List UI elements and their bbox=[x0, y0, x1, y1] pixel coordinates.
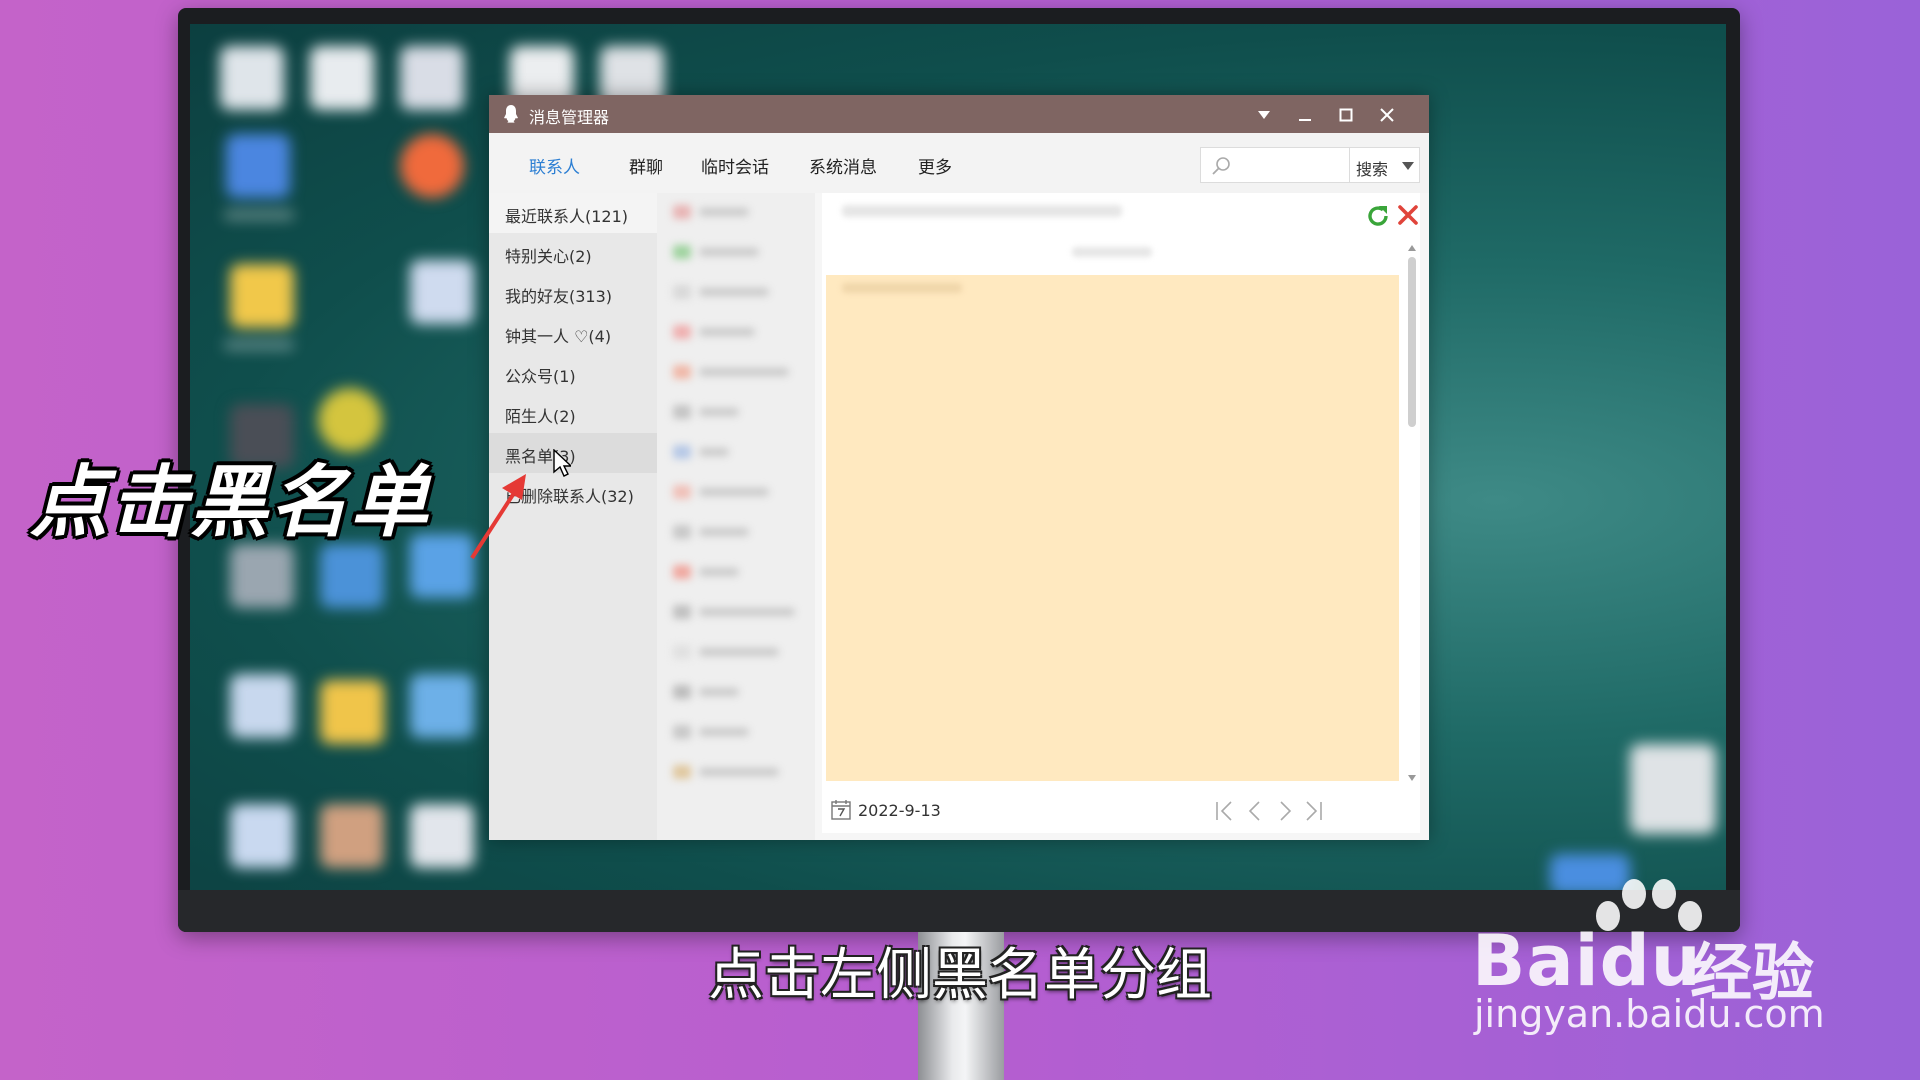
desktop-app-icon bbox=[230, 674, 294, 738]
sidebar-item-special-care[interactable]: 特别关心(2) bbox=[489, 233, 657, 273]
blurred-message bbox=[842, 283, 962, 293]
calendar-icon[interactable] bbox=[830, 799, 852, 821]
sidebar-item-label: 特别关心(2) bbox=[505, 247, 592, 266]
sidebar-item-label: 公众号(1) bbox=[505, 367, 576, 386]
desktop-app-icon bbox=[226, 134, 290, 198]
next-page-icon[interactable] bbox=[1274, 799, 1296, 823]
sidebar-item-label: 钟其一人 ♡(4) bbox=[505, 327, 612, 346]
sidebar-item-strangers[interactable]: 陌生人(2) bbox=[489, 393, 657, 433]
contact-list bbox=[657, 193, 815, 840]
search-button[interactable]: 搜索 bbox=[1350, 147, 1420, 183]
desktop-folder-icon bbox=[320, 680, 384, 744]
sidebar-item-my-friends[interactable]: 我的好友(313) bbox=[489, 273, 657, 313]
tab-temp-session[interactable]: 临时会话 bbox=[701, 153, 769, 178]
desktop-app-icon bbox=[400, 46, 464, 110]
baidu-jingyan-watermark: Baidu 经验 jingyan.baidu.com bbox=[1470, 876, 1825, 1036]
tab-more[interactable]: 更多 bbox=[918, 153, 952, 178]
qq-penguin-icon bbox=[504, 105, 518, 123]
search-button-label: 搜索 bbox=[1356, 160, 1389, 179]
refresh-icon[interactable] bbox=[1365, 203, 1391, 229]
tab-group-chat[interactable]: 群聊 bbox=[629, 153, 663, 178]
first-page-icon[interactable] bbox=[1214, 799, 1236, 823]
tab-contacts[interactable]: 联系人 bbox=[529, 153, 580, 178]
blurred-contacts bbox=[657, 193, 815, 840]
sidebar-item-label: 最近联系人(121) bbox=[505, 207, 629, 226]
dropdown-menu-button[interactable] bbox=[1252, 102, 1276, 126]
sidebar-item-recent[interactable]: 最近联系人(121) bbox=[489, 193, 657, 233]
close-button[interactable] bbox=[1375, 102, 1399, 126]
blurred-header bbox=[842, 205, 1122, 217]
date-pager-bar: 2022-9-13 bbox=[822, 789, 1420, 833]
selected-date: 2022-9-13 bbox=[858, 801, 941, 820]
close-icon bbox=[1380, 108, 1394, 122]
delete-icon[interactable] bbox=[1396, 203, 1420, 227]
desktop-app-icon bbox=[230, 804, 294, 868]
scroll-down-icon[interactable] bbox=[1408, 775, 1416, 781]
tab-bar: 联系人 群聊 临时会话 系统消息 更多 搜索 bbox=[489, 133, 1429, 193]
mouse-cursor-icon bbox=[553, 449, 571, 477]
desktop-label bbox=[224, 340, 294, 350]
tab-system-messages[interactable]: 系统消息 bbox=[809, 153, 877, 178]
desktop-app-icon bbox=[320, 804, 384, 868]
sidebar-item-custom-group[interactable]: 钟其一人 ♡(4) bbox=[489, 313, 657, 353]
desktop-app-icon bbox=[410, 674, 474, 738]
maximize-icon bbox=[1339, 108, 1353, 122]
scrollbar-thumb[interactable] bbox=[1408, 257, 1416, 427]
triangle-down-icon bbox=[1258, 111, 1270, 119]
desktop-app-icon bbox=[320, 544, 384, 608]
watermark-logo: Baidu bbox=[1472, 920, 1702, 1002]
previous-page-icon[interactable] bbox=[1244, 799, 1266, 823]
chevron-down-icon[interactable] bbox=[1402, 162, 1414, 170]
blurred-header bbox=[1072, 247, 1152, 257]
desktop-app-icon bbox=[220, 46, 284, 110]
desktop-app-icon bbox=[400, 134, 464, 198]
minimize-button[interactable] bbox=[1293, 102, 1317, 126]
search-input[interactable] bbox=[1200, 147, 1350, 183]
sidebar-item-label: 我的好友(313) bbox=[505, 287, 613, 306]
desktop-widget bbox=[1630, 744, 1716, 834]
message-manager-window: 消息管理器 联系人 群聊 临时会话 系统消息 更多 搜索 最近联系人(121) … bbox=[489, 95, 1429, 840]
desktop-app-icon bbox=[410, 260, 474, 324]
minimize-icon bbox=[1299, 119, 1311, 121]
sidebar-item-blacklist[interactable]: 黑名单(3) bbox=[489, 433, 657, 473]
title-bar[interactable]: 消息管理器 bbox=[489, 95, 1429, 133]
message-content-area[interactable] bbox=[826, 275, 1399, 781]
sidebar-item-official-accounts[interactable]: 公众号(1) bbox=[489, 353, 657, 393]
maximize-button[interactable] bbox=[1334, 102, 1358, 126]
desktop-folder-icon bbox=[230, 264, 294, 328]
scroll-up-icon[interactable] bbox=[1408, 245, 1416, 251]
window-title: 消息管理器 bbox=[529, 108, 610, 127]
sidebar-item-label: 陌生人(2) bbox=[505, 407, 576, 426]
vertical-scrollbar[interactable] bbox=[1406, 245, 1418, 785]
desktop-app-icon bbox=[310, 46, 374, 110]
desktop-app-icon bbox=[230, 544, 294, 608]
tutorial-caption: 点击黑名单 bbox=[30, 458, 431, 548]
desktop-label bbox=[224, 210, 294, 220]
pointer-arrow-icon bbox=[470, 474, 526, 560]
message-panel: 2022-9-13 bbox=[822, 193, 1420, 833]
last-page-icon[interactable] bbox=[1302, 799, 1324, 823]
watermark-url: jingyan.baidu.com bbox=[1474, 992, 1825, 1036]
desktop-app-icon bbox=[410, 804, 474, 868]
search-icon bbox=[1212, 157, 1230, 175]
